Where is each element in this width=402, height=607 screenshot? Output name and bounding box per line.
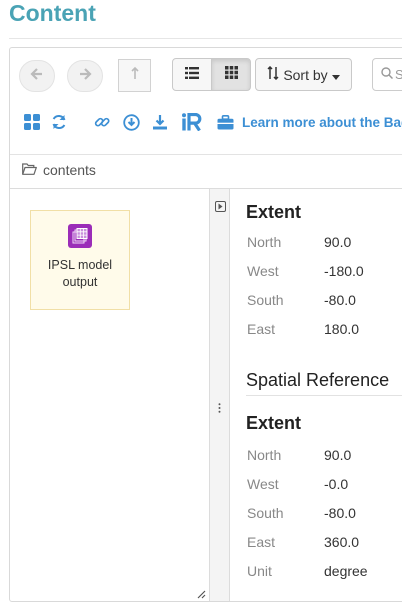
pane-splitter[interactable] — [210, 189, 230, 601]
learn-more-link[interactable]: Learn more about the Bagl — [242, 115, 402, 130]
file-browser-pane: IPSL model output — [10, 189, 210, 601]
list-icon — [185, 66, 199, 84]
caret-down-icon — [331, 67, 340, 83]
sort-by-button[interactable]: Sort by — [255, 58, 352, 91]
page-title: Content — [9, 0, 96, 26]
breadcrumb-item-contents[interactable]: contents — [43, 162, 96, 178]
extent-label-north: North — [247, 234, 282, 250]
extent-value-north: 90.0 — [324, 234, 352, 250]
extent-label-north: North — [247, 447, 282, 463]
grid-icon — [224, 65, 238, 84]
apps-icon[interactable] — [21, 111, 43, 133]
title-divider — [9, 38, 402, 39]
file-name: IPSL model output — [48, 257, 112, 291]
link-icon[interactable] — [91, 111, 113, 133]
sort-icon — [267, 65, 279, 83]
extent-label-south: South — [247, 505, 284, 521]
search-input[interactable]: S — [372, 58, 402, 91]
folder-open-icon — [22, 162, 37, 178]
download-circle-icon[interactable] — [120, 111, 142, 133]
search-placeholder: S — [395, 67, 402, 82]
list-view-button[interactable] — [172, 58, 212, 91]
collapse-arrow-icon[interactable] — [215, 201, 226, 212]
extent-value-north: 90.0 — [324, 447, 352, 463]
drag-handle-icon[interactable] — [218, 403, 221, 413]
download-tray-icon[interactable] — [149, 111, 171, 133]
extent-value-east: 360.0 — [324, 534, 360, 550]
extent-label-east: East — [247, 534, 276, 550]
grid-view-button[interactable] — [211, 58, 251, 91]
arrow-right-icon — [78, 67, 92, 86]
file-tile[interactable]: IPSL model output — [30, 210, 130, 310]
extent-heading: Extent — [246, 413, 302, 433]
extent-heading: Extent — [246, 202, 302, 222]
content-panel: Sort by S — [9, 47, 402, 602]
refresh-icon[interactable] — [48, 111, 70, 133]
extent-value-west: -0.0 — [324, 476, 349, 492]
level-up-icon — [129, 66, 141, 85]
toolbar-divider — [10, 154, 402, 155]
file-name-line-2: output — [62, 275, 98, 289]
extent-label-south: South — [247, 292, 284, 308]
extent-label-west: West — [247, 476, 279, 492]
resize-grip-icon[interactable] — [194, 586, 206, 599]
breadcrumb: contents — [22, 162, 96, 178]
extent-label-unit: Unit — [247, 563, 272, 579]
search-icon — [381, 67, 394, 82]
view-toggle — [172, 58, 251, 91]
extent-label-west: West — [247, 263, 279, 279]
extent-label-east: East — [247, 321, 276, 337]
ir-icon[interactable] — [180, 111, 204, 133]
section-divider — [246, 395, 402, 396]
metadata-pane: Extent North 90.0 West -180.0 South -80.… — [231, 189, 402, 601]
extent-value-south: -80.0 — [324, 505, 356, 521]
spatial-reference-heading: Spatial Reference — [246, 370, 390, 390]
extent-value-west: -180.0 — [324, 263, 364, 279]
up-level-button[interactable] — [118, 59, 151, 92]
toolbar-primary: Sort by S — [10, 48, 402, 100]
file-name-line-1: IPSL model — [47, 258, 113, 272]
briefcase-icon[interactable] — [214, 111, 236, 133]
toolbar-secondary: Learn more about the Bagl — [10, 108, 402, 138]
extent-value-south: -80.0 — [324, 292, 356, 308]
arrow-left-icon — [30, 67, 44, 86]
multidim-file-icon — [68, 224, 92, 248]
extent-value-unit: degree — [324, 563, 368, 579]
back-button[interactable] — [19, 60, 55, 92]
forward-button[interactable] — [67, 60, 103, 92]
extent-value-east: 180.0 — [324, 321, 360, 337]
sort-by-label: Sort by — [283, 66, 328, 83]
